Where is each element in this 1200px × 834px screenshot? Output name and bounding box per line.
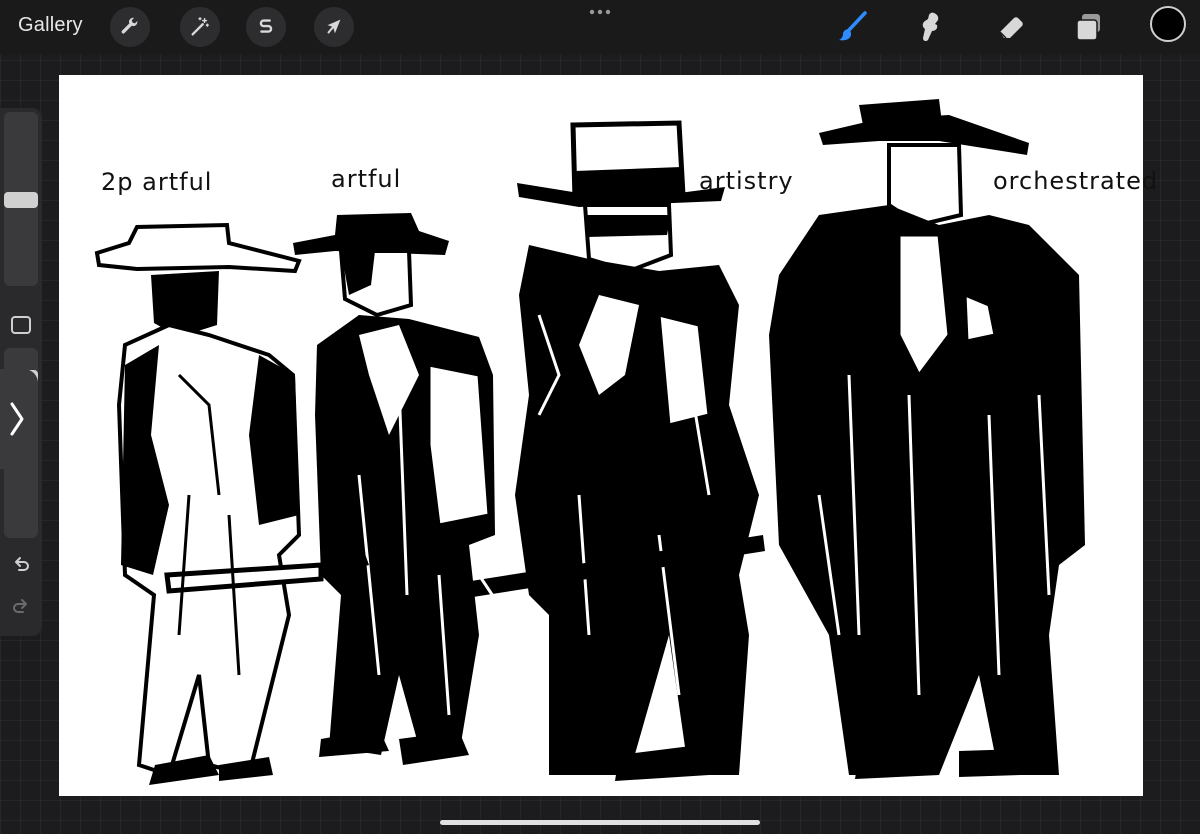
brush-icon [839,11,867,41]
figure-artistry [471,120,765,781]
drawing-canvas[interactable]: 2p artful artful artistry orchestrated [59,75,1157,796]
redo-icon [13,599,27,613]
smudge-tool-button[interactable] [910,6,952,48]
chevron-right-icon [10,402,24,436]
color-picker-button[interactable] [1150,6,1186,42]
selection-button[interactable] [246,7,286,47]
more-options-icon[interactable] [588,8,612,16]
arrow-cursor-icon [327,19,341,34]
eraser-tool-button[interactable] [990,6,1032,48]
gallery-button[interactable]: Gallery [18,14,83,37]
layers-button[interactable] [1068,6,1110,48]
sketch-label: artistry [699,167,794,195]
adjustments-button[interactable] [180,7,220,47]
undo-icon [15,557,29,571]
brush-tool-button[interactable] [832,6,874,48]
smudge-icon [922,12,939,42]
eraser-icon [999,17,1023,39]
transform-button[interactable] [314,7,354,47]
figure-artful [293,213,495,765]
figure-2p-artful [94,222,324,785]
sidebar-toggle-button[interactable] [0,369,38,469]
undo-button[interactable] [9,554,33,578]
actions-button[interactable] [110,7,150,47]
modify-button[interactable] [11,316,31,334]
selection-s-icon [259,19,273,33]
sketch-label: artful [331,165,402,193]
wrench-icon [121,17,138,34]
figure-orchestrated [769,99,1085,779]
magic-wand-icon [191,17,209,36]
top-toolbar: Gallery [0,0,1200,54]
layers-icon [1076,14,1100,41]
brush-size-handle[interactable] [4,192,38,208]
sketch-label: 2p artful [101,168,213,196]
sketch-artwork [94,99,1085,785]
home-indicator[interactable] [440,820,760,825]
sketch-label: orchestrated [993,167,1159,195]
redo-button[interactable] [9,596,33,620]
